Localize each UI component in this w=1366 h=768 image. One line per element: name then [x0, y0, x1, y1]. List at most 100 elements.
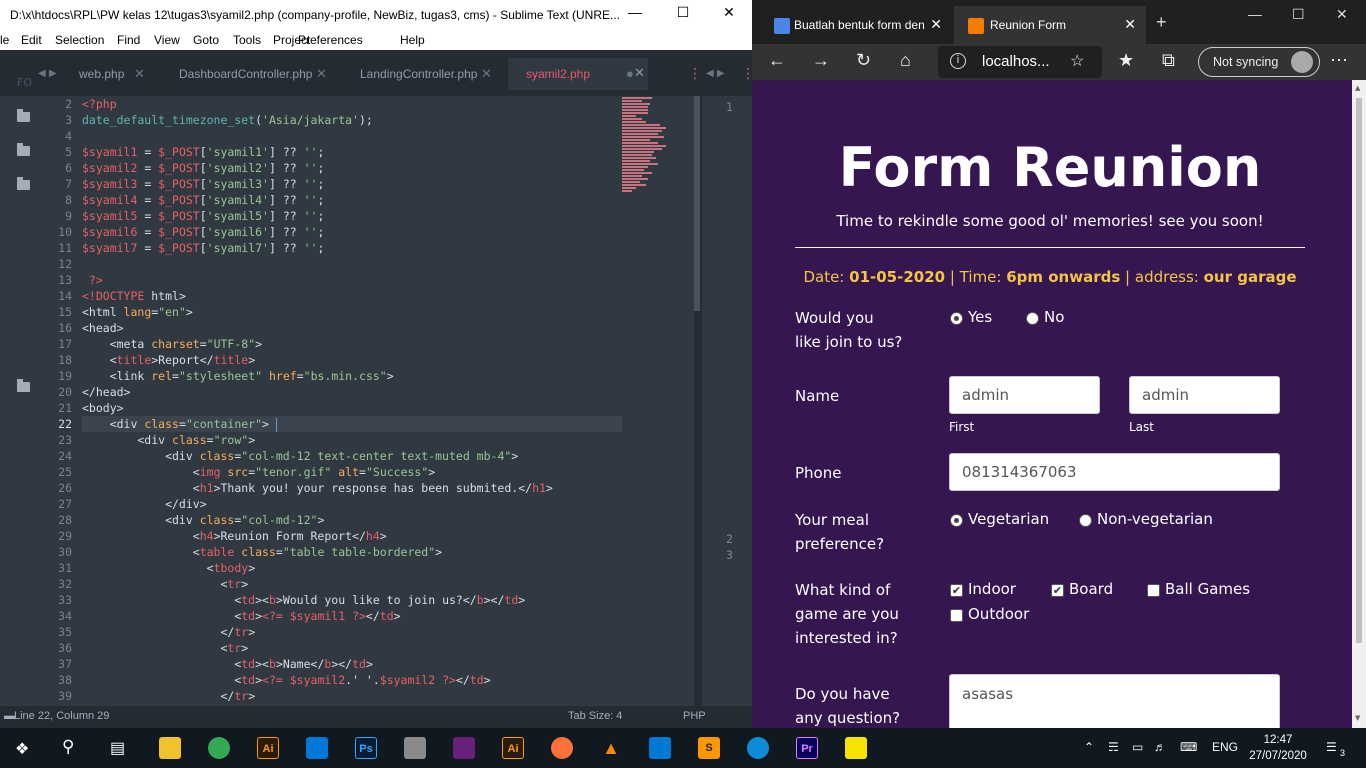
- question-textarea[interactable]: asasas: [949, 674, 1280, 728]
- line-number: 36: [58, 641, 72, 655]
- visual-studio-icon[interactable]: [453, 737, 475, 759]
- back-icon[interactable]: ←: [768, 50, 786, 71]
- favorite-star-icon[interactable]: ☆: [1070, 51, 1084, 71]
- browser-tab-reunion[interactable]: Reunion Form ✕: [954, 6, 1146, 44]
- code-editor[interactable]: <?php date_default_timezone_set('Asia/jak…: [82, 96, 622, 706]
- code-line: ?>: [82, 273, 103, 287]
- menu-edit[interactable]: Edit: [21, 33, 42, 47]
- firefox-icon[interactable]: [551, 737, 573, 759]
- photoshop-icon[interactable]: Ps: [355, 737, 377, 759]
- sticky-notes-icon[interactable]: [845, 737, 867, 759]
- task-view-icon[interactable]: ▤: [110, 738, 125, 758]
- tab-close-icon[interactable]: ✕: [930, 16, 942, 33]
- show-hidden-icons[interactable]: ⌃: [1084, 740, 1094, 754]
- tab-syamil2-php[interactable]: syamil2.php ●: [508, 58, 648, 90]
- tab-landing-controller[interactable]: LandingController.php ✕: [352, 58, 502, 90]
- windows-start-icon[interactable]: ❖: [15, 739, 29, 759]
- info-icon[interactable]: i: [950, 53, 966, 69]
- tab-web-php[interactable]: web.php ✕: [72, 58, 172, 90]
- tab-close-icon[interactable]: ✕: [1124, 16, 1136, 33]
- address-text[interactable]: localhos...: [982, 53, 1050, 70]
- collections-icon[interactable]: ⧉: [1162, 50, 1175, 71]
- browser-tab-docs[interactable]: Buatlah bentuk form den ✕: [760, 6, 952, 44]
- forward-icon[interactable]: →: [812, 50, 830, 71]
- close-button[interactable]: ✕: [706, 4, 752, 26]
- menu-selection[interactable]: Selection: [55, 33, 104, 47]
- minimize-button[interactable]: —: [612, 4, 658, 26]
- menu-tools[interactable]: Tools: [233, 33, 261, 47]
- profile-sync-button[interactable]: Not syncing: [1198, 47, 1320, 77]
- phone-input[interactable]: 081314367063: [949, 453, 1280, 491]
- tools-icon[interactable]: [404, 737, 426, 759]
- maximize-button[interactable]: ☐: [1292, 6, 1305, 23]
- folder-icon[interactable]: [17, 379, 30, 392]
- tab-scroll-right-icon[interactable]: ◀ ▶: [706, 68, 725, 79]
- syntax-label[interactable]: PHP: [683, 710, 706, 722]
- tab-close-icon[interactable]: ✕: [634, 66, 645, 81]
- google-docs-icon: [774, 18, 790, 34]
- volume-icon[interactable]: ♬: [1154, 740, 1166, 754]
- menu-preferences[interactable]: Preferences: [298, 33, 363, 47]
- folder-icon[interactable]: [17, 177, 30, 190]
- menu-find[interactable]: Find: [117, 33, 140, 47]
- battery-icon[interactable]: ▭: [1132, 740, 1143, 754]
- favorites-icon[interactable]: ★: [1118, 50, 1134, 71]
- line-number: 13: [58, 273, 72, 287]
- clock[interactable]: 12:47 27/07/2020: [1248, 732, 1308, 764]
- close-button[interactable]: ✕: [1336, 6, 1348, 23]
- code-line: <td><b>Name</b></td>: [82, 657, 373, 671]
- first-name-input[interactable]: admin: [949, 376, 1100, 414]
- store-icon[interactable]: [306, 737, 328, 759]
- file-explorer-icon[interactable]: [159, 737, 181, 759]
- scrollbar-thumb[interactable]: [1356, 98, 1362, 643]
- tab-close-icon[interactable]: ●: [626, 66, 634, 81]
- address-bar[interactable]: i localhos... ☆: [938, 46, 1102, 78]
- menu-file[interactable]: le: [0, 33, 9, 47]
- menu-view[interactable]: View: [154, 33, 180, 47]
- refresh-icon[interactable]: ↻: [856, 50, 871, 71]
- xampp-icon: [968, 18, 984, 34]
- vscode-icon[interactable]: [649, 737, 671, 759]
- tab-size[interactable]: Tab Size: 4: [568, 710, 622, 722]
- folder-icon[interactable]: [17, 109, 30, 122]
- second-editor-pane[interactable]: 1 2 3: [700, 96, 752, 706]
- line-number: 2: [65, 97, 72, 111]
- illustrator-icon[interactable]: Ai: [257, 737, 279, 759]
- sublime-text-icon[interactable]: S: [698, 737, 720, 759]
- game-label: What kind of game are you interested in?: [795, 581, 899, 647]
- line-number: 28: [58, 513, 72, 527]
- keyboard-icon[interactable]: ⌨: [1180, 740, 1197, 754]
- home-icon[interactable]: ⌂: [900, 50, 911, 71]
- line-number: 20: [58, 385, 72, 399]
- browser-tab-strip: Buatlah bentuk form den ✕ Reunion Form ✕…: [752, 0, 1366, 44]
- folder-icon[interactable]: [17, 143, 30, 156]
- premiere-icon[interactable]: Pr: [796, 737, 818, 759]
- tab-scroll-left-icon[interactable]: ◀ ▶: [38, 68, 57, 79]
- vlc-icon[interactable]: ▲: [600, 737, 622, 759]
- language-indicator[interactable]: ENG: [1212, 740, 1238, 754]
- last-name-input[interactable]: admin: [1129, 376, 1280, 414]
- tab-close-icon[interactable]: ✕: [134, 66, 145, 82]
- more-menu-icon[interactable]: ⋯: [1330, 50, 1348, 71]
- tab-close-icon[interactable]: ✕: [316, 66, 327, 82]
- tab-close-icon[interactable]: ✕: [481, 66, 492, 82]
- edge-window: Buatlah bentuk form den ✕ Reunion Form ✕…: [752, 0, 1366, 728]
- line-number: 14: [58, 289, 72, 303]
- tab-dashboard-controller[interactable]: DashboardController.php ✕: [172, 58, 342, 90]
- notifications-icon[interactable]: ☰: [1326, 740, 1337, 754]
- new-tab-icon[interactable]: +: [1156, 12, 1167, 33]
- network-icon[interactable]: ☴: [1108, 740, 1119, 754]
- page-scrollbar[interactable]: ▲ ▼: [1352, 80, 1366, 728]
- minimize-button[interactable]: —: [1248, 6, 1262, 22]
- edge-icon[interactable]: [747, 737, 769, 759]
- line-number: 30: [58, 545, 72, 559]
- menu-help[interactable]: Help: [400, 33, 425, 47]
- menu-goto[interactable]: Goto: [193, 33, 219, 47]
- search-icon[interactable]: ⚲: [62, 737, 74, 757]
- maximize-button[interactable]: ☐: [660, 4, 706, 26]
- tab-menu-icon[interactable]: ⋮: [688, 66, 702, 82]
- illustrator-icon[interactable]: Ai: [502, 737, 524, 759]
- minimap[interactable]: [622, 96, 694, 256]
- chrome-icon[interactable]: [208, 737, 230, 759]
